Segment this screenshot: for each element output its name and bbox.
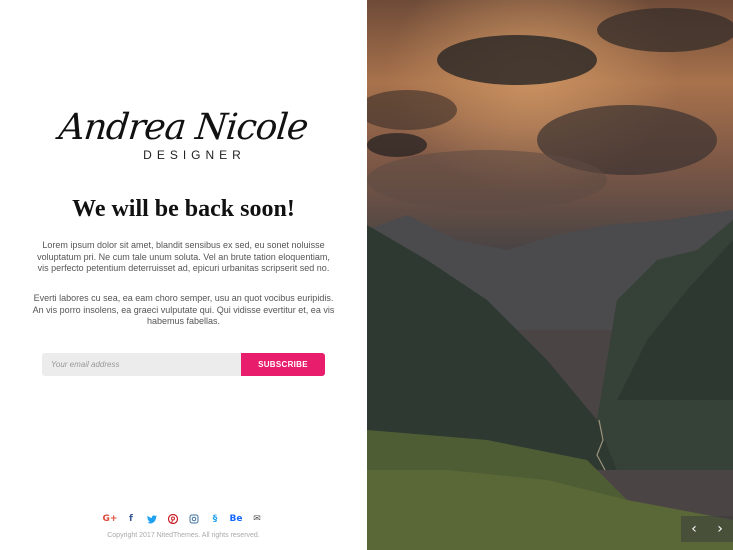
mail-icon[interactable]: ✉	[252, 513, 263, 525]
behance-icon[interactable]: Be	[230, 513, 243, 525]
email-input[interactable]: Your email address	[42, 353, 241, 376]
slider-next-button[interactable]: ›	[707, 516, 733, 542]
logo-subtitle: DESIGNER	[143, 148, 246, 162]
logo-script-text: Andrea Nicole	[57, 107, 310, 148]
background-photo: ‹ ›	[367, 0, 733, 550]
slider-prev-button[interactable]: ‹	[681, 516, 707, 542]
logo: Andrea Nicole DESIGNER	[0, 107, 367, 162]
dribbble-icon[interactable]: §	[210, 513, 221, 525]
page-title: We will be back soon!	[72, 196, 295, 222]
mountain-landscape-image	[367, 0, 733, 550]
instagram-icon[interactable]	[189, 513, 200, 525]
subscribe-form: Your email address SUBSCRIBE	[42, 353, 325, 376]
intro-paragraph-1: Lorem ipsum dolor sit amet, blandit sens…	[37, 240, 330, 273]
social-links: G+ f § Be ✉	[0, 513, 367, 525]
subscribe-button[interactable]: SUBSCRIBE	[241, 353, 325, 376]
intro-paragraph-2: Everti labores cu sea, ea eam choro semp…	[32, 293, 335, 326]
copyright-text: Copyright 2017 NitedThemes. All rights r…	[107, 532, 260, 539]
left-panel: Andrea Nicole DESIGNER We will be back s…	[0, 0, 367, 550]
google-plus-icon[interactable]: G+	[103, 513, 118, 525]
facebook-icon[interactable]: f	[126, 513, 137, 525]
slider-navigation: ‹ ›	[681, 516, 733, 542]
pinterest-icon[interactable]	[168, 513, 179, 525]
twitter-icon[interactable]	[147, 513, 158, 525]
